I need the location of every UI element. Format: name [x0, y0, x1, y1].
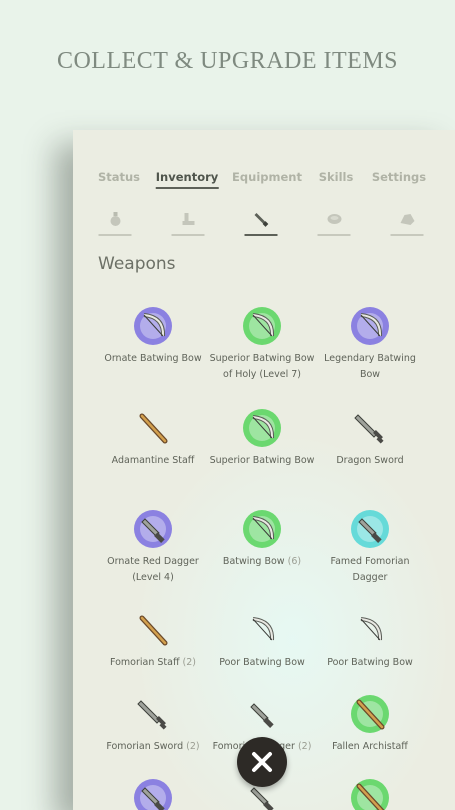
bow-icon [243, 307, 281, 345]
inventory-item[interactable]: Superior Batwing Bow [207, 408, 317, 469]
item-label: Poor Batwing Bow [315, 655, 425, 671]
inventory-item[interactable]: Fomorian Sword (2) [98, 694, 208, 755]
inventory-item[interactable]: Superior Batwing Bow of Holy (Level 7) [207, 306, 317, 383]
item-name: Fallen Archistaff [332, 741, 408, 752]
dagger-icon [351, 510, 389, 548]
inventory-item[interactable]: Adamantine Staff [98, 408, 208, 469]
page-headline: COLLECT & UPGRADE ITEMS [56, 48, 399, 74]
item-name: Ornate Batwing Bow [104, 353, 202, 364]
inventory-item[interactable]: Famed Fomorian Dagger [315, 509, 425, 586]
item-count: (2) [297, 741, 312, 752]
item-name: Fomorian Sword [106, 741, 184, 752]
item-name: Superior Batwing Bow [209, 455, 315, 466]
sword-icon [354, 414, 384, 444]
ore-icon [400, 214, 415, 225]
section-title: Weapons [98, 254, 176, 274]
item-label: Adamantine Staff [98, 453, 208, 469]
tab-equipment[interactable]: Equipment [232, 170, 302, 187]
bow-icon [134, 307, 172, 345]
inventory-item[interactable]: Batwing Bow (6) [207, 509, 317, 570]
food-icon [327, 214, 342, 224]
potion-icon [110, 212, 121, 226]
item-label: Famed Fomorian Dagger [315, 554, 425, 586]
item-count: (2) [182, 657, 197, 668]
dagger-icon [250, 703, 274, 728]
item-label: Superior Batwing Bow of Holy (Level 7) [207, 351, 317, 383]
inventory-item[interactable] [98, 778, 208, 810]
tab-status[interactable]: Status [98, 170, 140, 187]
item-name: Poor Batwing Bow [327, 657, 413, 668]
category-tab-armor[interactable] [171, 208, 205, 236]
item-name: Ornate Red Dagger (Level 4) [107, 556, 199, 583]
tab-bar: Status Inventory Equipment Skills Settin… [73, 170, 455, 192]
item-label: Dragon Sword [315, 453, 425, 469]
inventory-item[interactable]: Ornate Red Dagger (Level 4) [98, 509, 208, 586]
close-button[interactable] [237, 737, 287, 787]
inventory-item[interactable] [315, 778, 425, 810]
tab-skills[interactable]: Skills [319, 170, 354, 187]
bow-icon [243, 409, 281, 447]
inventory-panel: Status Inventory Equipment Skills Settin… [73, 130, 455, 810]
item-count: (6) [287, 556, 302, 567]
bow-icon [243, 510, 281, 548]
category-tab-ores[interactable] [390, 208, 424, 236]
item-label: Poor Batwing Bow [207, 655, 317, 671]
boot-icon [182, 213, 195, 225]
item-label: Fomorian Sword (2) [98, 739, 208, 755]
category-tab-potions[interactable] [98, 208, 132, 236]
item-name: Superior Batwing Bow of Holy (Level 7) [209, 353, 315, 380]
inventory-item[interactable]: Poor Batwing Bow [315, 610, 425, 671]
item-name: Adamantine Staff [111, 455, 195, 466]
close-icon [252, 752, 272, 772]
category-tab-food[interactable] [317, 208, 351, 236]
item-label: Ornate Red Dagger (Level 4) [98, 554, 208, 586]
category-tabs [73, 208, 455, 238]
bow-icon [252, 617, 275, 641]
bow-icon [360, 617, 383, 641]
staff-icon [351, 695, 389, 733]
inventory-item[interactable]: Poor Batwing Bow [207, 610, 317, 671]
inventory-item[interactable]: Fomorian Staff (2) [98, 610, 208, 671]
item-label: Ornate Batwing Bow [98, 351, 208, 367]
item-count: (2) [186, 741, 200, 752]
item-name: Legendary Batwing Bow [324, 353, 416, 380]
item-name: Batwing Bow [222, 556, 285, 567]
staff-icon [139, 413, 168, 444]
tab-inventory[interactable]: Inventory [155, 170, 219, 189]
item-name: Fomorian Staff [109, 657, 180, 668]
dagger-icon [134, 779, 172, 810]
item-label: Superior Batwing Bow [207, 453, 317, 469]
item-name: Famed Fomorian Dagger [330, 556, 410, 583]
staff-icon [351, 779, 389, 810]
inventory-item[interactable]: Legendary Batwing Bow [315, 306, 425, 383]
staff-icon [139, 615, 168, 646]
inventory-item[interactable]: Ornate Batwing Bow [98, 306, 208, 367]
category-tab-weapons[interactable] [244, 208, 278, 236]
item-label: Batwing Bow (6) [207, 554, 317, 570]
bow-icon [351, 307, 389, 345]
item-label: Fomorian Staff (2) [98, 655, 208, 671]
sword-icon [137, 700, 167, 730]
sword-icon [254, 213, 269, 227]
dagger-icon [134, 510, 172, 548]
inventory-item[interactable]: Fallen Archistaff [315, 694, 425, 755]
tab-settings[interactable]: Settings [372, 170, 426, 187]
item-label: Legendary Batwing Bow [315, 351, 425, 383]
item-name: Dragon Sword [336, 455, 404, 466]
item-label: Fallen Archistaff [315, 739, 425, 755]
inventory-item[interactable]: Dragon Sword [315, 408, 425, 469]
item-name: Poor Batwing Bow [219, 657, 305, 668]
